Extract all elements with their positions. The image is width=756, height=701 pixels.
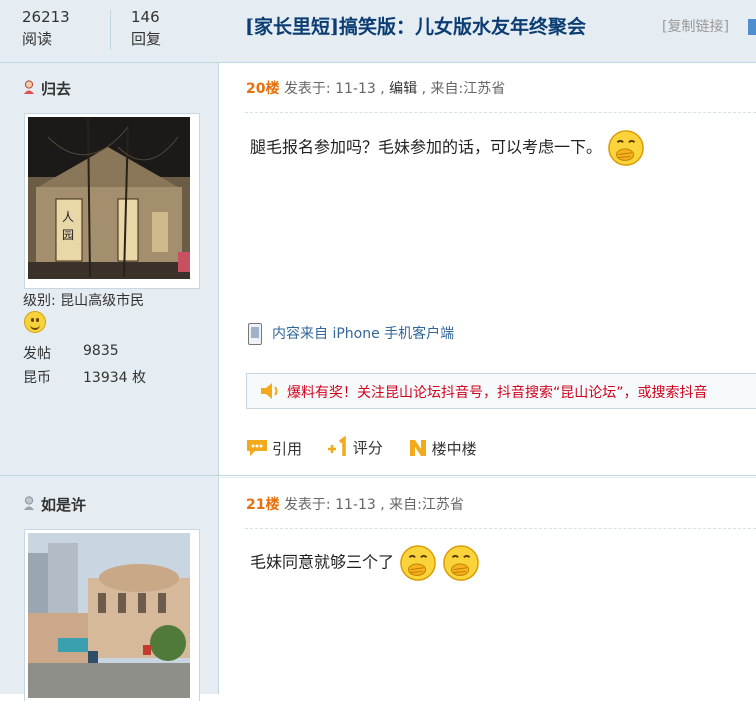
thread-title[interactable]: [家长里短]搞笑版：儿女版水友年终聚会 (245, 12, 586, 39)
post-21-username[interactable]: 如是许 (41, 494, 86, 515)
phone-icon (248, 323, 262, 345)
rate-label: 评分 (352, 438, 383, 457)
cover-mouth-emoji-icon (400, 545, 436, 581)
post-20-user-level: 级别: 昆山高级市民 (23, 293, 145, 309)
quote-label: 引用 (272, 439, 303, 458)
replies-stat: 146 回复 (131, 8, 161, 49)
post-20-posted: 发表于: 11-13 , (283, 81, 385, 97)
post-20-content: 腿毛报名参加吗？毛妹参加的话，可以考虑一下。 (250, 129, 645, 167)
post-20-coins-label: 昆币 (23, 370, 51, 386)
post-20-client-text: 内容来自 iPhone 手机客户端 (272, 326, 455, 342)
post-20-edit-link[interactable]: 编辑 (389, 81, 417, 97)
floor-in-floor-button[interactable]: 楼中楼 (408, 438, 477, 459)
avatar-photo-night-building: 人 园 (28, 117, 190, 279)
plus-one-icon (327, 436, 346, 456)
user-icon (24, 496, 34, 510)
post-21-content: 毛妹同意就够三个了 (250, 544, 480, 582)
thread-header: 26213 阅读 146 回复 [家长里短]搞笑版：儿女版水友年终聚会 [复制链… (0, 0, 756, 63)
replies-count: 146 (131, 8, 160, 26)
post-20-avatar[interactable]: 人 园 (24, 113, 200, 289)
post-21-posted: 发表于: 11-13 , 来自:江苏省 (283, 497, 464, 513)
replies-label: 回复 (131, 30, 162, 48)
views-label: 阅读 (22, 30, 53, 48)
post-divider-shadow (0, 477, 756, 478)
copy-link-button[interactable]: [复制链接] (662, 16, 729, 36)
quote-button[interactable]: 引用 (246, 438, 302, 459)
post-20-from: , 来自:江苏省 (421, 81, 506, 97)
header-separator (110, 10, 111, 50)
rate-button[interactable]: 评分 (327, 436, 383, 458)
quote-icon (247, 440, 267, 456)
post-20-actions: 引用 评分 楼中楼 (246, 436, 497, 462)
floor-in-floor-label: 楼中楼 (431, 439, 477, 458)
post-21-meta: 21楼 发表于: 11-13 , 来自:江苏省 (246, 494, 464, 514)
post-20-notice-text[interactable]: 爆料有奖！关注昆山论坛抖音号，抖音搜索“昆山论坛”，或搜索抖音 (287, 382, 708, 402)
speaker-icon (261, 383, 278, 399)
post-21-floor[interactable]: 21楼 (246, 497, 279, 513)
post-20-client-info[interactable]: 内容来自 iPhone 手机客户端 (248, 323, 454, 345)
post-20-posts-count: 9835 (83, 343, 119, 359)
post-20-meta: 20楼 发表于: 11-13 , 编辑 , 来自:江苏省 (246, 78, 505, 98)
level-smiley-icon (24, 311, 46, 333)
post-21-avatar[interactable] (24, 529, 200, 701)
post-21-meta-divider (245, 528, 756, 530)
post-20-meta-divider (245, 112, 756, 114)
cover-mouth-emoji-icon (443, 545, 480, 581)
avatar-photo-building-plaza (28, 533, 190, 698)
views-stat: 26213 阅读 (22, 8, 70, 49)
svg-text:园: 园 (62, 228, 74, 242)
svg-text:人: 人 (62, 210, 74, 224)
floor-in-floor-icon (409, 440, 426, 456)
cover-mouth-emoji-icon (608, 130, 644, 166)
post-21-content-text: 毛妹同意就够三个了 (250, 552, 395, 572)
views-count: 26213 (22, 8, 70, 26)
post-20-posts-label: 发帖 (23, 346, 51, 362)
post-20-username[interactable]: 归去 (41, 78, 71, 99)
post-20-coins-count: 13934 枚 (83, 370, 146, 386)
share-icon[interactable] (748, 19, 756, 35)
post-20-floor[interactable]: 20楼 (246, 81, 279, 97)
post-20-content-text: 腿毛报名参加吗？毛妹参加的话，可以考虑一下。 (250, 137, 603, 157)
post-divider (0, 475, 756, 476)
female-user-icon (24, 80, 34, 94)
post-20-notice-banner[interactable]: 爆料有奖！关注昆山论坛抖音号，抖音搜索“昆山论坛”，或搜索抖音 (246, 373, 756, 409)
